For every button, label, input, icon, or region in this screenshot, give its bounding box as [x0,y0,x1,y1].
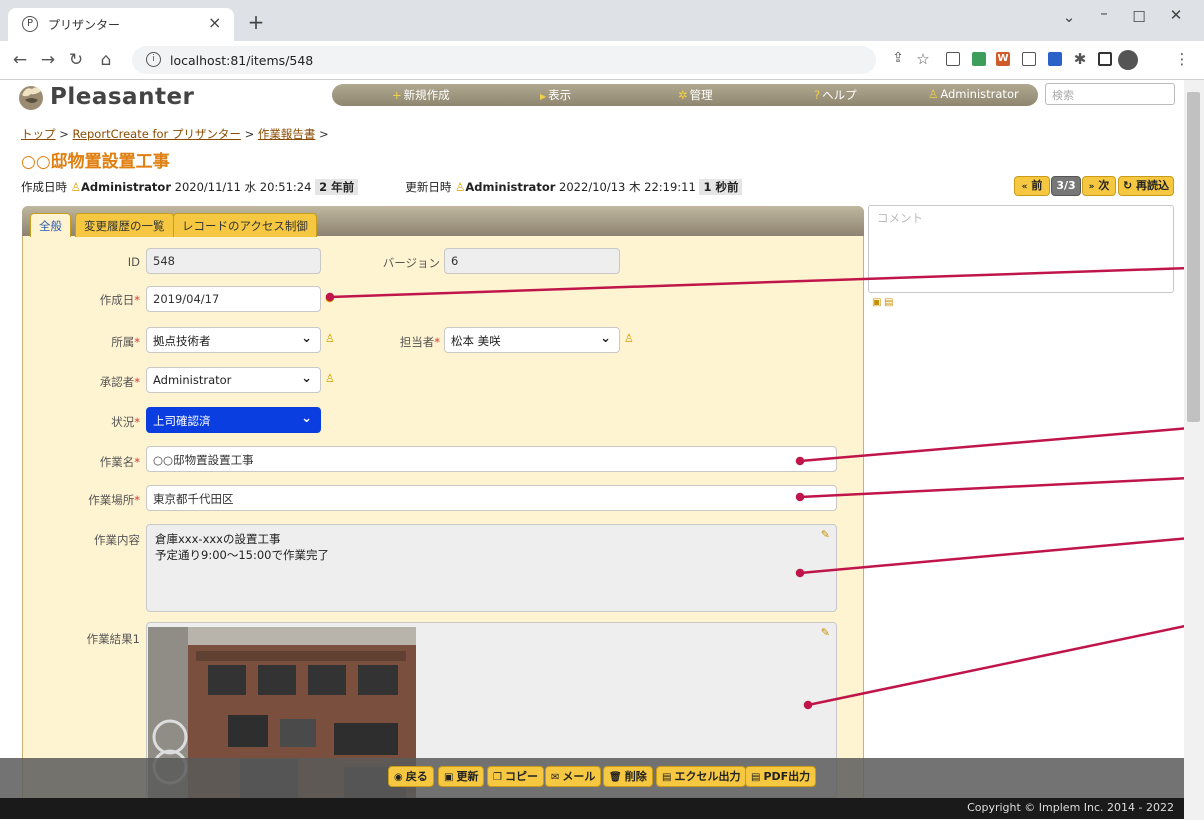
mail-button[interactable]: ✉ メール [545,766,602,787]
export-icon: ▤ [662,772,672,783]
update-button[interactable]: ▣ 更新 [438,766,485,787]
copyright-text: Copyright © Implem Inc. 2014 - 2022 [967,801,1174,814]
scrollbar-thumb[interactable] [1187,92,1200,422]
back-icon: ◉ [394,772,403,783]
copy-button[interactable]: ❐ コピー [487,766,544,787]
trash-icon: 🗑 [609,772,622,783]
export-icon: ▤ [751,772,761,783]
callout-lines [325,266,1191,710]
pdf-export-button[interactable]: ▤ PDF出力 [745,766,817,787]
mail-icon: ✉ [551,772,560,783]
excel-export-button[interactable]: ▤ エクセル出力 [656,766,747,787]
footer: Copyright © Implem Inc. 2014 - 2022 [0,798,1184,819]
delete-button[interactable]: 🗑 削除 [603,766,653,787]
save-icon: ▣ [444,772,454,783]
copy-icon: ❐ [493,772,502,783]
back-button[interactable]: ◉ 戻る [388,766,434,787]
